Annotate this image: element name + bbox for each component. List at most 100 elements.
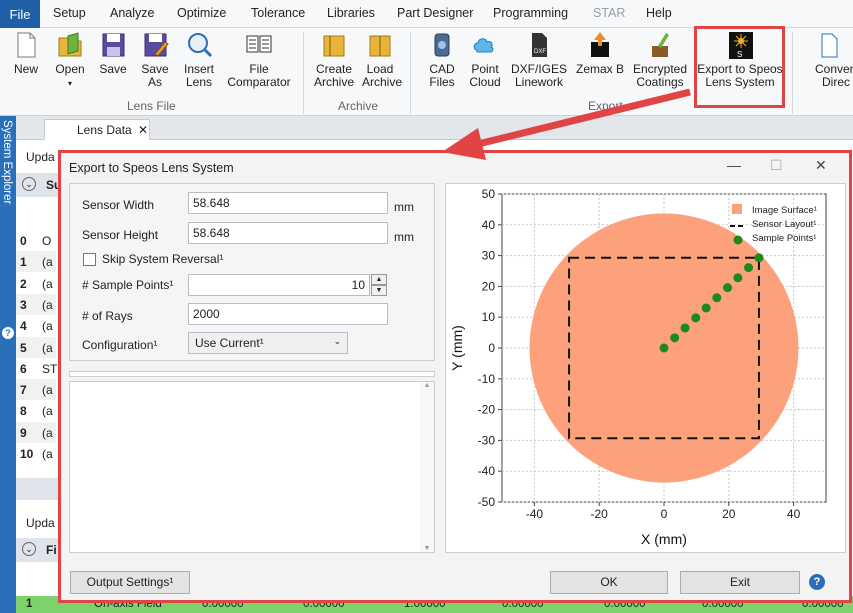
sample-point: [712, 293, 722, 303]
load-archive-icon: [369, 35, 391, 57]
sample-point: [659, 343, 669, 353]
sensor-height-input[interactable]: 58.648: [188, 222, 388, 244]
section-collapse-icon[interactable]: ⌄: [22, 177, 36, 191]
menu-analyze[interactable]: Analyze: [110, 6, 154, 20]
export-speos-highlight: [694, 26, 785, 108]
row-type: (a: [42, 447, 53, 461]
editor-section-header[interactable]: ⌄ Su: [16, 173, 61, 197]
create-archive-icon: [323, 35, 345, 57]
point-cloud-button[interactable]: Point Cloud: [466, 30, 504, 89]
file-comparator-button[interactable]: File Comparator: [224, 30, 294, 89]
convert-button[interactable]: Convert Direc: [806, 30, 853, 89]
table-row[interactable]: 10 (a: [16, 443, 56, 464]
cad-files-button[interactable]: CAD Files: [424, 30, 460, 89]
row-index: 4: [20, 319, 27, 334]
save-disk-icon: [102, 33, 125, 57]
insert-lens-icon: [188, 33, 213, 58]
encrypted-coatings-button[interactable]: Encrypted Coatings: [630, 30, 690, 89]
sample-points-spinner[interactable]: ▲ ▼: [371, 274, 387, 296]
save-button[interactable]: Save: [96, 30, 130, 76]
table-row[interactable]: 9 (a: [16, 421, 56, 443]
row-type: (a: [42, 276, 53, 291]
row-index: 5: [20, 340, 27, 355]
table-row[interactable]: 2 (a: [16, 272, 56, 294]
row-type: (a: [42, 425, 53, 440]
y-tick-label: 20: [482, 279, 496, 293]
zemax-black-box-button[interactable]: Zemax Black B: [576, 30, 624, 79]
output-scrollbar[interactable]: ▲ ▼: [420, 382, 434, 552]
menu-file[interactable]: File: [0, 0, 40, 28]
menu-optimize[interactable]: Optimize: [177, 6, 226, 20]
menu-part-designer[interactable]: Part Designer: [397, 6, 473, 20]
y-tick-label: 50: [482, 187, 496, 201]
menu-libraries[interactable]: Libraries: [327, 6, 375, 20]
tab-lens-data[interactable]: Lens Data ✕: [44, 119, 150, 140]
sensor-width-unit: mm: [394, 200, 414, 214]
close-icon[interactable]: ✕: [815, 157, 827, 174]
row-type: (a: [42, 255, 53, 270]
menu-setup[interactable]: Setup: [53, 6, 86, 20]
row-index: 8: [20, 404, 27, 419]
menu-tolerance[interactable]: Tolerance: [251, 6, 305, 20]
row-type: ST: [42, 361, 58, 376]
load-archive-button[interactable]: Load Archive: [362, 30, 402, 89]
table-row[interactable]: 0O: [16, 230, 56, 251]
table-row[interactable]: 1 (a: [16, 251, 56, 273]
sample-points-input[interactable]: 10: [188, 274, 370, 296]
open-dropdown-icon[interactable]: ▾: [68, 79, 72, 88]
x-tick-label: 40: [787, 507, 801, 521]
row-type: (a: [42, 297, 53, 312]
dialog-title: Export to Speos Lens System: [69, 161, 234, 175]
row-type: (a: [42, 319, 53, 334]
table-row[interactable]: 4 (a: [16, 315, 56, 337]
section-collapse-icon[interactable]: ⌄: [22, 542, 36, 556]
rays-input[interactable]: 2000: [188, 303, 388, 325]
tab-close-icon[interactable]: ✕: [138, 123, 148, 137]
spin-up-icon[interactable]: ▲: [371, 274, 387, 285]
create-archive-button[interactable]: Create Archive: [312, 30, 356, 89]
insert-lens-button[interactable]: Insert Lens: [180, 30, 218, 89]
ok-button[interactable]: OK: [550, 571, 668, 594]
table-row[interactable]: 3 (a: [16, 293, 56, 315]
row-index: 10: [20, 447, 34, 461]
output-settings-button[interactable]: Output Settings¹: [70, 571, 190, 594]
minimize-icon[interactable]: —: [727, 157, 741, 173]
table-row[interactable]: 7 (a: [16, 379, 56, 401]
spin-down-icon[interactable]: ▼: [371, 285, 387, 296]
save-as-button[interactable]: Save As: [138, 30, 172, 89]
new-button[interactable]: New: [8, 30, 44, 76]
table-row[interactable]: 6 ST: [16, 357, 58, 379]
scroll-down-icon[interactable]: ▼: [420, 545, 434, 552]
row-type: (a: [42, 404, 53, 419]
splitter-bar[interactable]: [69, 371, 435, 377]
sensor-width-input[interactable]: 58.648: [188, 192, 388, 214]
skip-reversal-checkbox[interactable]: [83, 253, 96, 266]
menu-programming[interactable]: Programming: [493, 6, 568, 20]
open-button[interactable]: Open ▾: [50, 30, 90, 90]
sensor-width-label: Sensor Width: [82, 198, 155, 212]
menu-help[interactable]: Help: [646, 6, 672, 20]
save-as-icon: [144, 33, 169, 57]
system-explorer-strip[interactable]: System Explorer ?: [0, 116, 16, 613]
editor-update-label-lower[interactable]: Upda: [26, 516, 55, 530]
row-index: 9: [20, 425, 27, 440]
dxf-iges-button[interactable]: DXF DXF/IGES Linework: [510, 30, 568, 89]
legend-swatch-image-surface: [732, 204, 742, 214]
configuration-label: Configuration¹: [82, 338, 158, 352]
editor-section-header-lower[interactable]: ⌄ Fi: [16, 538, 58, 562]
configuration-select[interactable]: Use Current¹ ⌄: [188, 332, 348, 354]
scroll-up-icon[interactable]: ▲: [420, 382, 434, 389]
ribbon-separator: [792, 32, 793, 114]
exit-button[interactable]: Exit: [680, 571, 800, 594]
table-row[interactable]: 8 (a: [16, 400, 56, 422]
output-text-area[interactable]: ▲ ▼: [69, 381, 435, 553]
system-explorer-help-icon[interactable]: ?: [2, 327, 14, 339]
editor-lower-tabbar: [16, 478, 58, 500]
settings-panel: Sensor Width 58.648 mm Sensor Height 58.…: [69, 183, 435, 361]
sample-points-plot: -40 -20 0 20 40 -50 -40 -30 -20 -10 0 10 20 30 40 50 X (…: [449, 187, 827, 547]
chart-panel: -40 -20 0 20 40 -50 -40 -30 -20 -10 0 10 20 30 40 50 X (…: [445, 183, 846, 553]
help-icon[interactable]: ?: [809, 574, 825, 590]
editor-update-label[interactable]: Upda: [26, 150, 55, 164]
y-tick-label: -20: [478, 403, 496, 417]
table-row[interactable]: 5 (a: [16, 336, 56, 358]
